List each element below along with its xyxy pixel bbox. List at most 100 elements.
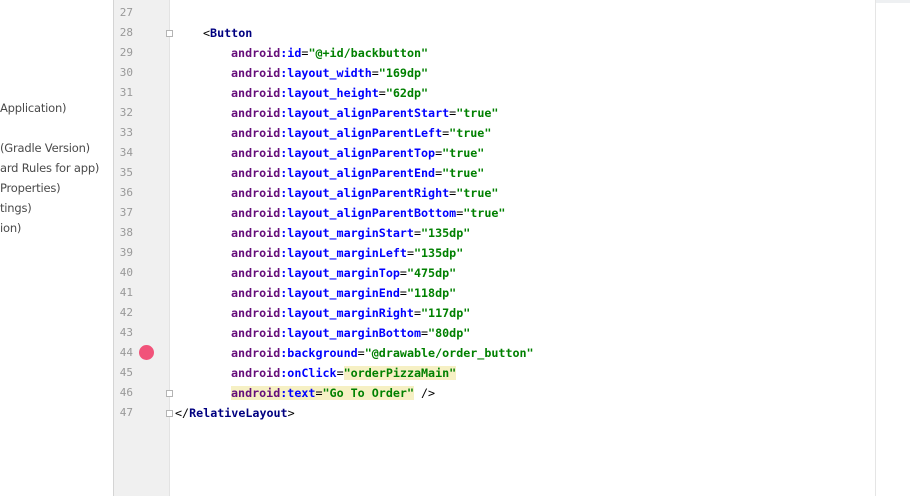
line-number: 43 xyxy=(119,326,133,339)
line-number: 42 xyxy=(119,306,133,319)
line-number: 27 xyxy=(119,6,133,19)
code-line[interactable]: android:layout_height="62dp" xyxy=(231,83,428,103)
code-line[interactable]: android:background="@drawable/order_butt… xyxy=(231,343,534,363)
code-token: = xyxy=(421,326,429,340)
line-number: 38 xyxy=(119,226,133,239)
code-token: "true" xyxy=(463,206,506,220)
code-token: "135dp" xyxy=(413,246,464,260)
code-token: :layout_marginRight xyxy=(280,306,414,320)
fold-open-icon[interactable] xyxy=(166,30,173,37)
line-number: 44 xyxy=(119,346,133,359)
code-token: "@+id/backbutton" xyxy=(308,46,429,60)
code-line[interactable]: android:layout_marginEnd="118dp" xyxy=(231,283,456,303)
line-number: 32 xyxy=(119,106,133,119)
line-number: 47 xyxy=(119,406,133,419)
code-token: :background xyxy=(280,346,358,360)
tree-item[interactable]: (Gradle Version) xyxy=(0,140,90,156)
code-token: android xyxy=(231,346,281,360)
code-line[interactable]: android:text="Go To Order" /> xyxy=(231,383,435,403)
code-token: = xyxy=(413,306,422,320)
code-line[interactable]: android:layout_alignParentRight="true" xyxy=(231,183,498,203)
code-token: :layout_alignParentStart xyxy=(280,106,450,120)
code-line[interactable]: android:layout_alignParentTop="true" xyxy=(231,143,484,163)
code-token: :text xyxy=(280,386,316,400)
code-token: = xyxy=(406,246,414,260)
tree-item[interactable]: Properties) xyxy=(0,180,61,196)
line-number: 37 xyxy=(119,206,133,219)
line-number: 30 xyxy=(119,66,133,79)
code-token: "orderPizzaMain" xyxy=(343,366,457,380)
code-token: :layout_marginTop xyxy=(280,266,400,280)
code-token: :layout_alignParentEnd xyxy=(280,166,436,180)
code-token: android xyxy=(231,86,281,100)
code-line[interactable]: <Button xyxy=(203,23,252,43)
code-token: = xyxy=(378,86,386,100)
code-token: > xyxy=(287,406,295,420)
code-token: = xyxy=(413,226,422,240)
code-token: "true" xyxy=(456,186,499,200)
line-number: 28 xyxy=(119,26,133,39)
code-line[interactable]: android:layout_width="169dp" xyxy=(231,63,428,83)
fold-close-icon[interactable] xyxy=(166,410,173,417)
code-token: "true" xyxy=(442,166,485,180)
right-margin-guide xyxy=(875,0,876,496)
code-token: = xyxy=(357,346,365,360)
code-token: :onClick xyxy=(280,366,337,380)
line-number: 39 xyxy=(119,246,133,259)
code-token: :layout_height xyxy=(280,86,379,100)
code-token: "true" xyxy=(456,106,499,120)
code-token: :layout_marginLeft xyxy=(280,246,407,260)
code-token: android xyxy=(231,106,281,120)
code-token: android xyxy=(231,226,281,240)
code-token: :layout_alignParentTop xyxy=(280,146,436,160)
line-number: 46 xyxy=(119,386,133,399)
code-token: :layout_alignParentBottom xyxy=(280,206,457,220)
line-number: 29 xyxy=(119,46,133,59)
code-line[interactable]: android:id="@+id/backbutton" xyxy=(231,43,428,63)
code-token: android xyxy=(231,366,281,380)
code-token: "169dp" xyxy=(378,66,429,80)
code-token: android xyxy=(231,146,281,160)
code-line[interactable]: android:layout_marginBottom="80dp" xyxy=(231,323,470,343)
code-token: "Go To Order" xyxy=(322,386,414,400)
tree-item[interactable]: ard Rules for app) xyxy=(0,160,99,176)
code-line[interactable]: android:layout_alignParentLeft="true" xyxy=(231,123,491,143)
code-line[interactable]: android:layout_marginTop="475dp" xyxy=(231,263,456,283)
line-number: 31 xyxy=(119,86,133,99)
code-token: android xyxy=(231,306,281,320)
code-token: = xyxy=(336,366,344,380)
code-line[interactable]: android:layout_marginLeft="135dp" xyxy=(231,243,463,263)
code-line[interactable]: android:layout_alignParentEnd="true" xyxy=(231,163,484,183)
code-token: = xyxy=(315,386,323,400)
code-token: = xyxy=(399,286,407,300)
tree-item[interactable]: tings) xyxy=(0,200,32,216)
code-token: android xyxy=(231,206,281,220)
code-line[interactable]: </RelativeLayout> xyxy=(175,403,295,423)
line-number: 40 xyxy=(119,266,133,279)
code-line[interactable]: android:layout_marginRight="117dp" xyxy=(231,303,470,323)
code-token: android xyxy=(231,266,281,280)
code-token: android xyxy=(231,66,281,80)
code-token: android xyxy=(231,186,281,200)
fold-close-icon[interactable] xyxy=(166,390,173,397)
tree-item[interactable]: ion) xyxy=(0,220,21,236)
code-token: android xyxy=(231,246,281,260)
code-token: "475dp" xyxy=(406,266,457,280)
code-token: android xyxy=(231,46,281,60)
project-tree-panel: Application) (Gradle Version) ard Rules … xyxy=(0,0,114,496)
code-token: "@drawable/order_button" xyxy=(364,346,534,360)
breakpoint-icon[interactable] xyxy=(139,345,154,360)
code-token: </ xyxy=(175,406,190,420)
code-token: "135dp" xyxy=(421,226,471,240)
line-number: 34 xyxy=(119,146,133,159)
code-line[interactable]: android:onClick="orderPizzaMain" xyxy=(231,363,457,383)
code-token: "80dp" xyxy=(428,326,471,340)
code-line[interactable]: android:layout_alignParentStart="true" xyxy=(231,103,498,123)
line-number: 36 xyxy=(119,186,133,199)
code-token: = xyxy=(371,66,379,80)
code-line[interactable]: android:layout_alignParentBottom="true" xyxy=(231,203,505,223)
code-token: :layout_marginEnd xyxy=(280,286,400,300)
code-token: android xyxy=(231,126,281,140)
tree-item[interactable]: Application) xyxy=(0,100,67,116)
code-line[interactable]: android:layout_marginStart="135dp" xyxy=(231,223,470,243)
